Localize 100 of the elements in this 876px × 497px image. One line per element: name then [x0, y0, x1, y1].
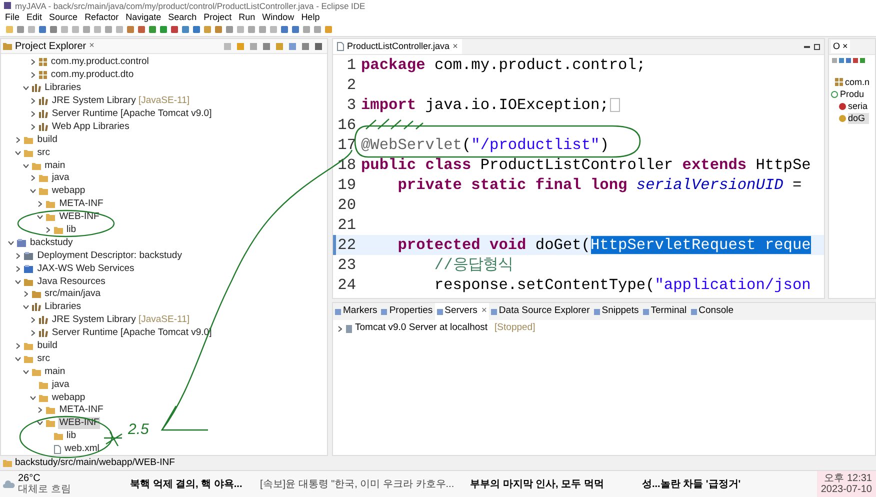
- chevron-down-icon[interactable]: [15, 150, 22, 155]
- chevron-down-icon[interactable]: [37, 421, 44, 426]
- tree-item[interactable]: backstudy: [29, 236, 74, 249]
- chevron-down-icon[interactable]: [22, 86, 29, 90]
- code-line: private static final long serialVersionUID =: [396, 176, 802, 194]
- chevron-down-icon[interactable]: [37, 215, 44, 220]
- chevron-right-icon[interactable]: [30, 111, 35, 117]
- tree-item[interactable]: webapp: [50, 392, 86, 404]
- folder-icon: [3, 42, 12, 50]
- chevron-right-icon[interactable]: [38, 201, 42, 208]
- tree-item[interactable]: Server Runtime [Apache Tomcat v9.0]: [50, 108, 213, 120]
- view-tab[interactable]: Data Source Explorer: [488, 303, 592, 320]
- close-icon[interactable]: ×: [89, 39, 94, 53]
- menu-item[interactable]: File: [5, 12, 20, 22]
- line-number: 3: [346, 96, 356, 114]
- code-line: @WebServlet("/productlist"): [361, 136, 609, 154]
- folded-code-marker[interactable]: [610, 98, 620, 112]
- tree-item[interactable]: META-INF: [58, 198, 104, 210]
- line-number: 21: [336, 216, 356, 234]
- chevron-right-icon[interactable]: [16, 136, 20, 143]
- tree-item[interactable]: main: [44, 366, 66, 378]
- tree-item[interactable]: JRE System Library [JavaSE-11]: [50, 95, 191, 108]
- menu-item[interactable]: Source: [49, 12, 78, 22]
- chevron-down-icon[interactable]: [8, 240, 14, 245]
- tree-item[interactable]: build: [36, 340, 58, 352]
- outline-item[interactable]: doG: [848, 112, 870, 124]
- chevron-down-icon[interactable]: [22, 305, 29, 310]
- tree-item[interactable]: web.xml: [64, 443, 100, 455]
- chevron-down-icon[interactable]: [15, 356, 22, 361]
- tree-item[interactable]: lib: [66, 430, 78, 442]
- editor-tab[interactable]: ProductListController.java ×: [333, 39, 462, 54]
- news-headline[interactable]: 부부의 마지막 인사, 모두 먹먹: [470, 476, 642, 492]
- tree-item[interactable]: lib: [66, 224, 78, 236]
- news-headline[interactable]: 북핵 억제 결의, 핵 야욕...: [130, 476, 260, 492]
- tree-item[interactable]: com.my.product.control: [50, 56, 150, 68]
- minimize-icon[interactable]: [804, 46, 810, 48]
- line-number: 1: [346, 56, 356, 74]
- view-tab[interactable]: Snippets: [592, 303, 641, 320]
- chevron-down-icon[interactable]: [22, 164, 29, 168]
- chevron-right-icon[interactable]: [46, 227, 50, 234]
- outline-item[interactable]: com.n: [845, 76, 874, 88]
- tree-item[interactable]: Libraries: [44, 301, 82, 314]
- chevron-down-icon[interactable]: [22, 370, 29, 374]
- tree-item[interactable]: webapp: [50, 185, 86, 198]
- circle-icon: [839, 102, 846, 110]
- tree-item[interactable]: WEB-INF: [58, 211, 100, 224]
- panel-tab[interactable]: O ×: [831, 40, 850, 54]
- menu-item[interactable]: Refactor: [84, 12, 119, 22]
- tree-item[interactable]: com.my.product.dto: [50, 69, 135, 82]
- chevron-right-icon[interactable]: [38, 407, 42, 414]
- menu-item[interactable]: Search: [168, 12, 197, 22]
- project-icon: [24, 252, 34, 260]
- chevron-down-icon[interactable]: [15, 280, 22, 284]
- chevron-right-icon[interactable]: [16, 343, 20, 350]
- line-number: 17: [336, 136, 356, 154]
- view-tab[interactable]: Servers ×: [434, 303, 489, 320]
- tree-item[interactable]: JAX-WS Web Services: [36, 262, 136, 275]
- menu-item[interactable]: Run: [238, 12, 256, 22]
- view-tab[interactable]: Markers: [333, 303, 380, 320]
- panel-tab[interactable]: Project Explorer: [15, 38, 86, 54]
- server-item[interactable]: Tomcat v9.0 Server at localhost: [355, 321, 488, 336]
- tree-item[interactable]: java: [50, 378, 70, 391]
- tree-item[interactable]: src/main/java: [44, 288, 102, 300]
- view-tab[interactable]: Console: [688, 303, 736, 320]
- tree-item[interactable]: Deployment Descriptor: backstudy: [36, 250, 183, 262]
- chevron-right-icon[interactable]: [24, 291, 28, 298]
- window-title: myJAVA - back/src/main/java/com/my/product/control/ProductListController.java - Eclipse IDE: [15, 0, 366, 10]
- outline-item[interactable]: seria: [848, 100, 872, 112]
- handwritten-note: 2.5: [128, 422, 149, 438]
- tree-item[interactable]: Web App Libraries: [50, 120, 130, 133]
- tree-item[interactable]: Java Resources: [36, 276, 106, 288]
- outline-item[interactable]: Produ: [840, 88, 868, 100]
- tree-item[interactable]: Libraries: [44, 82, 82, 94]
- chevron-down-icon[interactable]: [30, 396, 36, 400]
- menu-item[interactable]: Edit: [26, 12, 42, 22]
- menu-item[interactable]: Window: [262, 12, 294, 22]
- maximize-icon[interactable]: [814, 44, 820, 50]
- tree-item[interactable]: JRE System Library [JavaSE-11]: [50, 314, 191, 326]
- tree-item[interactable]: main: [44, 160, 66, 172]
- chevron-right-icon[interactable]: [30, 175, 35, 182]
- menu-item[interactable]: Navigate: [126, 12, 162, 22]
- view-tab[interactable]: Properties: [379, 303, 435, 320]
- books-icon: [38, 329, 48, 338]
- menu-item[interactable]: Help: [301, 12, 320, 22]
- tree-item[interactable]: build: [36, 134, 58, 146]
- tree-item[interactable]: java: [50, 172, 70, 184]
- tree-item[interactable]: src: [36, 146, 51, 159]
- tree-item[interactable]: META-INF: [58, 404, 104, 416]
- menu-item[interactable]: Project: [204, 12, 232, 22]
- tree-item[interactable]: src: [36, 352, 51, 365]
- line-number: 24: [336, 276, 356, 294]
- chevron-right-icon[interactable]: [338, 326, 342, 332]
- view-tab[interactable]: Terminal: [640, 303, 689, 320]
- news-headline[interactable]: 성...놀란 차들 '급정거': [642, 476, 772, 492]
- file-icon: [337, 42, 344, 51]
- news-headline[interactable]: [속보]윤 대통령 "한국, 이미 우크라 카호우...: [260, 476, 470, 492]
- chevron-down-icon[interactable]: [30, 189, 36, 194]
- clock[interactable]: 오후 12:31 2023-07-10: [816, 471, 876, 497]
- project-icon: [17, 238, 26, 247]
- weather-temperature: 26°C: [18, 473, 42, 484]
